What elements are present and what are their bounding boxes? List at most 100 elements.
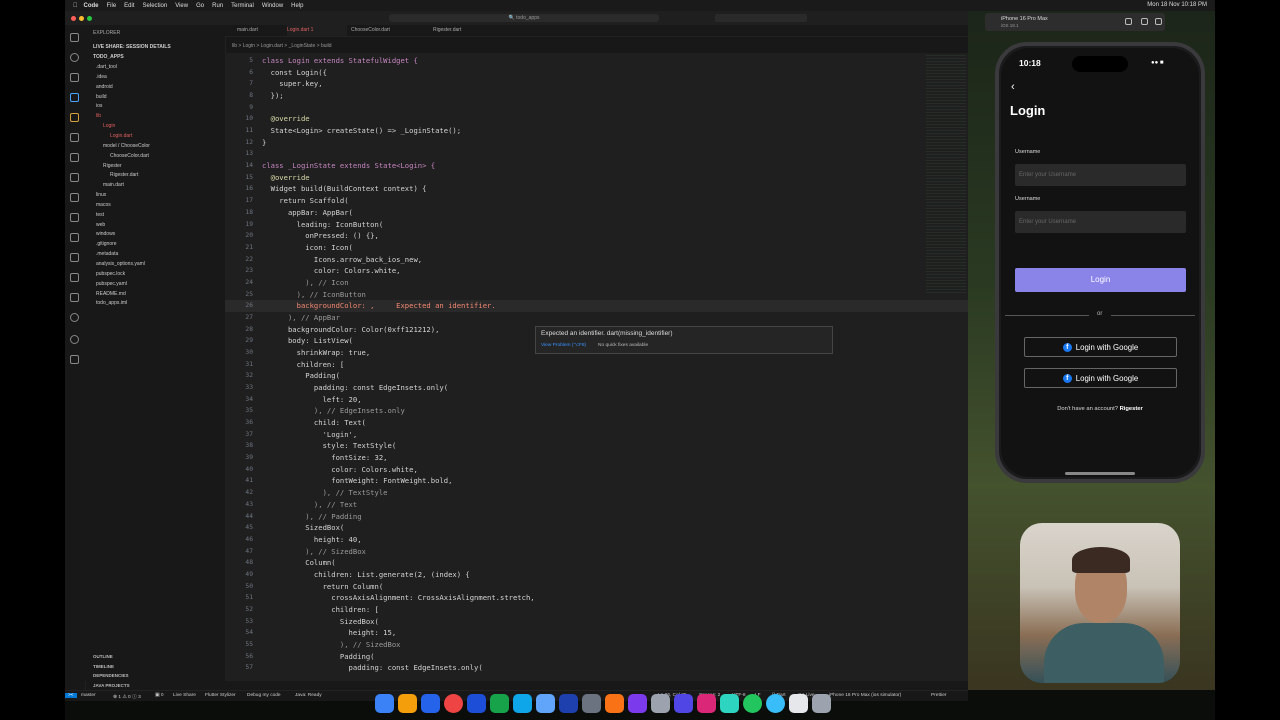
tree-item[interactable]: linux	[96, 191, 106, 200]
menu-edit[interactable]: Edit	[124, 3, 134, 9]
tree-item[interactable]: macos	[96, 201, 111, 210]
code-line[interactable]: 11 State<Login> createState() => _LoginS…	[225, 125, 968, 137]
code-line[interactable]: 22 Icons.arrow_back_ios_new,	[225, 254, 968, 266]
tree-item[interactable]: .metadata	[96, 250, 118, 259]
menu-selection[interactable]: Selection	[143, 3, 168, 9]
tree-item[interactable]: test	[96, 211, 104, 220]
status-ports[interactable]: ▣ 0	[155, 693, 164, 698]
code-line[interactable]: 9	[225, 102, 968, 114]
register-link[interactable]: Rigester	[1120, 406, 1143, 412]
code-line[interactable]: 53 SizedBox(	[225, 616, 968, 628]
apple-icon[interactable]: 	[73, 3, 78, 9]
status-problems[interactable]: ⊗ 1 ⚠ 0 ⓘ 3	[113, 693, 141, 700]
code-line[interactable]: 8 });	[225, 90, 968, 102]
status-prettier[interactable]: Prettier	[931, 693, 946, 698]
code-line[interactable]: 18 appBar: AppBar(	[225, 207, 968, 219]
tree-item[interactable]: pubspec.lock	[96, 270, 125, 279]
database-icon[interactable]	[70, 253, 79, 262]
code-line[interactable]: 13	[225, 148, 968, 160]
code-line[interactable]: 16 Widget build(BuildContext context) {	[225, 183, 968, 195]
rotate-icon[interactable]	[1155, 18, 1162, 25]
tree-item[interactable]: analysis_options.yaml	[96, 260, 145, 269]
tab-login-dart[interactable]: Login.dart 1	[287, 25, 347, 36]
code-line[interactable]: 6 const Login({	[225, 67, 968, 79]
code-line[interactable]: 55 ), // SizedBox	[225, 639, 968, 651]
tree-item[interactable]: android	[96, 83, 113, 92]
tab-rigester-dart[interactable]: Rigester.dart	[433, 25, 493, 36]
source-control-icon[interactable]	[70, 73, 79, 82]
vscode-icon[interactable]	[513, 693, 532, 713]
chrome-icon[interactable]	[444, 693, 463, 713]
code-line[interactable]: 44 ), // Padding	[225, 511, 968, 523]
menu-terminal[interactable]: Terminal	[231, 3, 254, 9]
explorer-icon[interactable]	[70, 33, 79, 42]
menu-help[interactable]: Help	[291, 3, 303, 9]
zoom-window-button[interactable]	[87, 16, 92, 21]
username-input-1[interactable]: Enter your Username	[1015, 164, 1186, 186]
screenshot-icon[interactable]	[1141, 18, 1148, 25]
live-share-section[interactable]: LIVE SHARE: SESSION DETAILS	[93, 44, 171, 50]
mongodb-icon[interactable]	[490, 693, 509, 713]
code-line[interactable]: 36 child: Text(	[225, 417, 968, 429]
settings-gear-icon[interactable]	[651, 693, 670, 713]
home-indicator[interactable]	[1065, 472, 1135, 475]
code-line[interactable]: 23 color: Colors.white,	[225, 265, 968, 277]
tree-item[interactable]: web	[96, 221, 105, 230]
code-line[interactable]: 46 height: 40,	[225, 534, 968, 546]
tree-item[interactable]: README.md	[96, 290, 126, 299]
finder-icon[interactable]	[375, 693, 394, 713]
tree-item[interactable]: todo_apps.iml	[96, 299, 127, 308]
tree-item[interactable]: Rigester	[103, 162, 122, 171]
copilot-icon[interactable]	[70, 313, 79, 322]
menu-window[interactable]: Window	[262, 3, 283, 9]
code-line[interactable]: 26 backgroundColor: , Expected an identi…	[225, 300, 968, 312]
code-line[interactable]: 35 ), // EdgeInsets.only	[225, 405, 968, 417]
code-line[interactable]: 37 'Login',	[225, 429, 968, 441]
code-line[interactable]: 25 ), // IconButton	[225, 289, 968, 301]
code-line[interactable]: 47 ), // SizedBox	[225, 546, 968, 558]
tree-item[interactable]: Login	[103, 122, 115, 131]
status-branch[interactable]: master	[81, 693, 96, 698]
tree-item[interactable]: .gitignore	[96, 240, 117, 249]
flutter-icon[interactable]	[70, 173, 79, 182]
tree-item[interactable]: pubspec.yaml	[96, 280, 127, 289]
code-line[interactable]: 41 fontWeight: FontWeight.bold,	[225, 475, 968, 487]
account-icon[interactable]	[70, 335, 79, 344]
tree-item[interactable]: model / ChooseColor	[103, 142, 150, 151]
close-window-button[interactable]	[71, 16, 76, 21]
safari-icon[interactable]	[421, 693, 440, 713]
tree-item[interactable]: main.dart	[103, 181, 124, 190]
menu-file[interactable]: File	[107, 3, 117, 9]
status-java[interactable]: Java: Ready	[295, 693, 322, 698]
dependencies-section[interactable]: DEPENDENCIES	[93, 671, 130, 681]
search-icon[interactable]	[70, 53, 79, 62]
bookmark-icon[interactable]	[70, 233, 79, 242]
remote-icon[interactable]	[70, 153, 79, 162]
menu-view[interactable]: View	[175, 3, 188, 9]
live-share-icon[interactable]	[70, 213, 79, 222]
whatsapp-icon[interactable]	[743, 693, 762, 713]
extensions-icon[interactable]	[70, 113, 79, 122]
code-line[interactable]: 20 onPressed: () {},	[225, 230, 968, 242]
google-login-button-1[interactable]: f Login with Google	[1024, 337, 1177, 357]
menu-app-name[interactable]: Code	[84, 3, 99, 9]
code-line[interactable]: 50 return Column(	[225, 581, 968, 593]
code-line[interactable]: 21 icon: Icon(	[225, 242, 968, 254]
discord-icon[interactable]	[674, 693, 693, 713]
minimize-window-button[interactable]	[79, 16, 84, 21]
timeline-section[interactable]: TIMELINE	[93, 662, 130, 672]
tree-item[interactable]: ChooseColor.dart	[110, 152, 149, 161]
code-line[interactable]: 12}	[225, 137, 968, 149]
code-line[interactable]: 48 Column(	[225, 557, 968, 569]
code-line[interactable]: 57 padding: const EdgeInsets.only(	[225, 662, 968, 674]
view-problem-link[interactable]: View Problem (⌥F8)	[541, 343, 586, 348]
tree-item[interactable]: Login.dart	[110, 132, 132, 141]
code-line[interactable]: 27 ), // AppBar	[225, 312, 968, 324]
code-editor[interactable]: 57 padding: const EdgeInsets.only(56 Pad…	[225, 53, 968, 681]
code-line[interactable]: 34 left: 20,	[225, 394, 968, 406]
todo-icon[interactable]	[467, 693, 486, 713]
code-line[interactable]: 54 height: 15,	[225, 627, 968, 639]
code-line[interactable]: 10 @override	[225, 113, 968, 125]
launchpad-icon[interactable]	[398, 693, 417, 713]
telegram-icon[interactable]	[766, 693, 785, 713]
